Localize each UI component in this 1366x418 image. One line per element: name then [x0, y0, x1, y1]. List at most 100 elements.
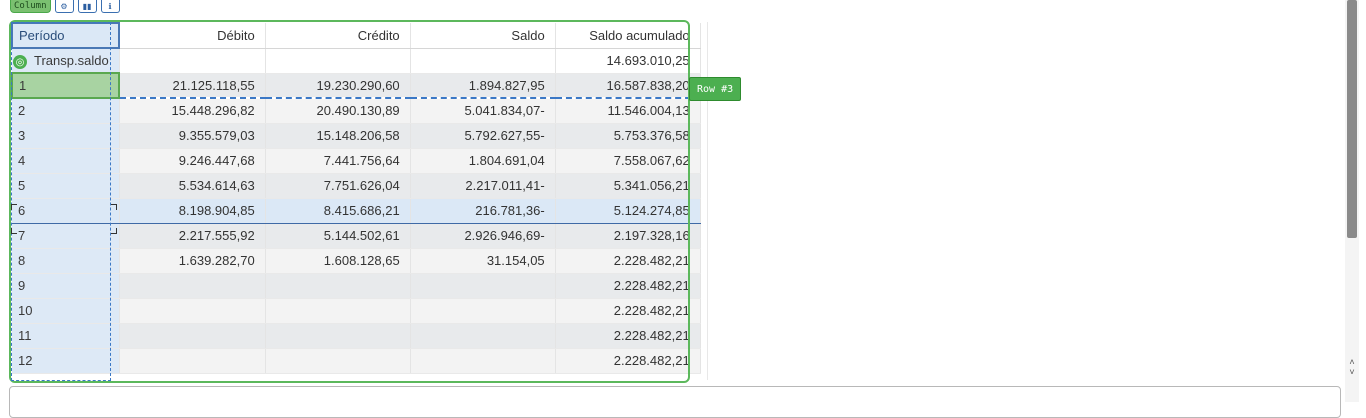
scrollbar-thumb[interactable] [1347, 0, 1357, 238]
cell-periodo[interactable]: 1 [10, 72, 121, 99]
cell-debito[interactable]: 5.534.614,63 [119, 173, 266, 199]
cell-periodo[interactable]: 8 [12, 248, 120, 274]
chart-icon: ▮▮ [82, 1, 92, 11]
cell-acumulado[interactable]: 2.228.482,21 [555, 273, 701, 299]
cell-debito[interactable]: 8.198.904,85 [119, 197, 266, 224]
cell-periodo[interactable]: 7 [12, 223, 120, 249]
cell-credito[interactable]: 7.751.626,04 [265, 173, 411, 199]
header-saldo[interactable]: Saldo [410, 23, 556, 49]
cell-debito[interactable] [119, 48, 266, 74]
cell-debito[interactable]: 1.639.282,70 [119, 248, 266, 274]
cell-saldo[interactable] [410, 348, 556, 374]
table-row[interactable]: 8 1.639.282,70 1.608.128,65 31.154,05 2.228.… [12, 248, 701, 274]
cell-periodo[interactable]: 11 [12, 323, 120, 349]
cell-acumulado[interactable]: 2.228.482,21 [555, 323, 701, 349]
cell-saldo[interactable]: 1.894.827,95 [410, 73, 556, 99]
cell-acumulado[interactable]: 5.753.376,58 [555, 123, 701, 149]
cell-credito[interactable]: 1.608.128,65 [265, 248, 411, 274]
cell-saldo[interactable]: 31.154,05 [410, 248, 556, 274]
cell-debito[interactable]: 9.355.579,03 [119, 123, 266, 149]
table-row[interactable]: Transp.saldo 14.693.010,25 [12, 48, 701, 74]
ledger-table: Período Débito Crédito Saldo Saldo acumu… [10, 22, 701, 374]
cell-credito[interactable]: 5.144.502,61 [265, 223, 411, 249]
table-edge [707, 22, 708, 380]
cell-acumulado[interactable]: 2.228.482,21 [555, 298, 701, 324]
cell-credito[interactable]: 15.148.206,58 [265, 123, 411, 149]
header-periodo[interactable]: Período [10, 22, 121, 49]
cell-saldo[interactable] [410, 273, 556, 299]
cell-saldo[interactable]: 2.926.946,69- [410, 223, 556, 249]
header-credito[interactable]: Crédito [265, 23, 411, 49]
cell-credito[interactable]: 7.441.756,64 [265, 148, 411, 174]
cell-saldo[interactable]: 216.781,36- [410, 197, 556, 224]
cell-debito[interactable]: 15.448.296,82 [119, 98, 266, 124]
table-row[interactable]: 10 2.228.482,21 [12, 298, 701, 324]
cell-credito[interactable] [265, 298, 411, 324]
column-chip[interactable]: Column [10, 0, 51, 13]
table-row[interactable]: 11 2.228.482,21 [12, 323, 701, 349]
cell-credito[interactable] [265, 273, 411, 299]
table-row[interactable]: 6 8.198.904,85 8.415.686,21 216.781,36- 5.12… [12, 197, 701, 224]
cell-saldo[interactable]: 2.217.011,41- [410, 173, 556, 199]
bottom-panel[interactable] [9, 386, 1341, 418]
settings-button[interactable]: ⚙ [54, 0, 74, 13]
cell-saldo[interactable] [410, 323, 556, 349]
cell-credito[interactable]: 19.230.290,60 [265, 73, 411, 99]
cell-acumulado[interactable]: 11.546.004,13 [555, 98, 701, 124]
column-chip-label: Column [14, 1, 47, 11]
grid-toolbar: Column ⚙ ▮▮ ℹ [10, 0, 120, 14]
cell-acumulado[interactable]: 16.587.838,20 [555, 73, 701, 99]
cell-acumulado[interactable]: 2.228.482,21 [555, 348, 701, 374]
cell-acumulado[interactable]: 2.228.482,21 [555, 248, 701, 274]
cell-debito[interactable] [119, 348, 266, 374]
table-row[interactable]: 12 2.228.482,21 [12, 348, 701, 374]
cell-periodo[interactable]: 9 [12, 273, 120, 299]
cell-acumulado[interactable]: 14.693.010,25 [555, 48, 701, 74]
cell-credito[interactable]: 8.415.686,21 [265, 197, 411, 224]
chart-button[interactable]: ▮▮ [77, 0, 97, 13]
cell-saldo[interactable] [410, 48, 556, 74]
cell-acumulado[interactable]: 2.197.328,16 [555, 223, 701, 249]
scroll-arrows[interactable]: ˄ ˅ [1346, 357, 1358, 379]
target-icon[interactable]: ◎ [13, 55, 27, 69]
cell-debito[interactable] [119, 298, 266, 324]
cell-debito[interactable] [119, 323, 266, 349]
cell-debito[interactable]: 9.246.447,68 [119, 148, 266, 174]
cell-debito[interactable]: 21.125.118,55 [119, 73, 266, 99]
table-row[interactable]: 2 15.448.296,82 20.490.130,89 5.041.834,07-… [12, 98, 701, 124]
table-row[interactable]: 9 2.228.482,21 [12, 273, 701, 299]
table-row[interactable]: 1 21.125.118,55 19.230.290,60 1.894.827,95 1… [10, 72, 701, 99]
cell-credito[interactable] [265, 323, 411, 349]
table-row[interactable]: 4 9.246.447,68 7.441.756,64 1.804.691,04 7.5… [12, 148, 701, 174]
cell-saldo[interactable]: 5.792.627,55- [410, 123, 556, 149]
cell-periodo[interactable]: 6 [12, 197, 120, 224]
cell-credito[interactable] [265, 48, 411, 74]
cell-periodo[interactable]: Transp.saldo [12, 48, 120, 74]
cell-periodo[interactable]: 3 [12, 123, 120, 149]
cell-acumulado[interactable]: 5.124.274,85 [555, 197, 701, 224]
cell-periodo[interactable]: 5 [12, 173, 120, 199]
info-button[interactable]: ℹ [100, 0, 120, 13]
cell-saldo[interactable]: 1.804.691,04 [410, 148, 556, 174]
cell-acumulado[interactable]: 7.558.067,62 [555, 148, 701, 174]
row-tag: Row #3 [689, 77, 742, 101]
cell-periodo[interactable]: 2 [12, 98, 120, 124]
selection-corner-br [111, 228, 117, 234]
cell-credito[interactable]: 20.490.130,89 [265, 98, 411, 124]
cell-credito[interactable] [265, 348, 411, 374]
chevron-down-icon[interactable]: ˅ [1349, 367, 1354, 377]
cell-saldo[interactable]: 5.041.834,07- [410, 98, 556, 124]
header-debito[interactable]: Débito [119, 23, 266, 49]
cell-saldo[interactable] [410, 298, 556, 324]
table-row[interactable]: 3 9.355.579,03 15.148.206,58 5.792.627,55- 5… [12, 123, 701, 149]
table-row[interactable]: 5 5.534.614,63 7.751.626,04 2.217.011,41- 5.… [12, 173, 701, 199]
cell-periodo[interactable]: 4 [12, 148, 120, 174]
cell-periodo[interactable]: 10 [12, 298, 120, 324]
header-saldo-acumulado[interactable]: Saldo acumulado [555, 23, 701, 49]
cell-acumulado[interactable]: 5.341.056,21 [555, 173, 701, 199]
cell-debito[interactable]: 2.217.555,92 [119, 223, 266, 249]
cell-debito[interactable] [119, 273, 266, 299]
table-row[interactable]: 7 2.217.555,92 5.144.502,61 2.926.946,69- 2.… [12, 223, 701, 249]
chevron-up-icon[interactable]: ˄ [1349, 357, 1354, 367]
cell-periodo[interactable]: 12 [12, 348, 120, 374]
